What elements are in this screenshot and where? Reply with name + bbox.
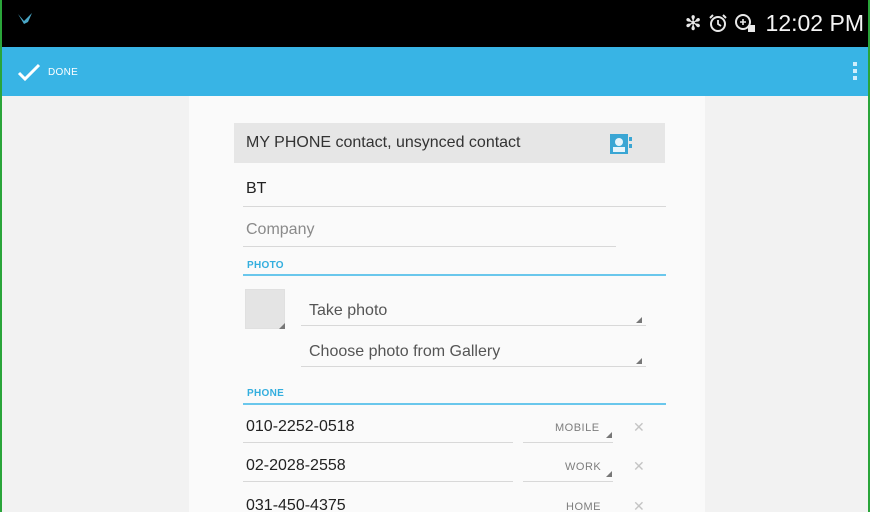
phone-type-selector[interactable]: WORK [565,461,601,473]
action-bar: DONE [2,47,868,96]
choose-gallery-option[interactable]: Choose photo from Gallery [309,343,500,361]
take-photo-underline [301,325,646,326]
name-field-underline [243,206,666,207]
account-header-text: MY PHONE contact, unsynced contact [246,134,521,151]
checkmark-icon [17,63,41,82]
overflow-menu-icon[interactable] [850,59,860,83]
phone-number-field[interactable]: 02-2028-2558 [246,457,346,475]
sync-icon [734,14,755,32]
phone-type-underline [523,442,613,443]
company-field-underline [243,246,616,247]
phone-section-divider [243,403,666,405]
done-button[interactable]: DONE [16,57,78,87]
name-field[interactable]: BT [246,180,266,198]
phone-type-selector[interactable]: MOBILE [555,422,600,434]
done-label: DONE [48,66,79,78]
phone-number-underline [243,442,513,443]
app-notification-icon [18,13,32,24]
phone-section-title: PHONE [247,388,285,399]
take-photo-option[interactable]: Take photo [309,302,387,320]
status-icons: ✻ 12:02 PM [685,8,864,38]
dropdown-corner-icon [636,317,642,323]
contact-editor: MY PHONE contact, unsynced contact BT Co… [189,96,705,512]
status-bar: ✻ 12:02 PM [2,0,868,47]
contact-card-icon[interactable] [609,132,633,156]
photo-section-divider [243,274,666,276]
remove-phone-icon[interactable]: ✕ [633,499,645,512]
alarm-icon [708,14,727,32]
contact-photo-thumbnail[interactable] [245,289,285,329]
phone-number-underline [243,481,513,482]
dropdown-corner-icon [636,358,642,364]
photo-section-title: PHOTO [247,260,284,271]
account-header: MY PHONE contact, unsynced contact [234,123,665,163]
screen: ✻ 12:02 PM DONE MY PHONE contact, unsync… [2,0,868,512]
phone-number-field[interactable]: 010-2252-0518 [246,418,355,436]
bluetooth-icon: ✻ [684,11,702,35]
choose-gallery-underline [301,366,646,367]
dropdown-corner-icon [606,432,612,438]
dropdown-corner-icon [606,471,612,477]
company-field[interactable]: Company [246,221,314,239]
phone-type-selector[interactable]: HOME [566,501,601,512]
phone-number-field[interactable]: 031-450-4375 [246,497,346,512]
status-time: 12:02 PM [765,9,864,36]
remove-phone-icon[interactable]: ✕ [633,459,645,475]
phone-type-underline [523,481,613,482]
remove-phone-icon[interactable]: ✕ [633,420,645,436]
